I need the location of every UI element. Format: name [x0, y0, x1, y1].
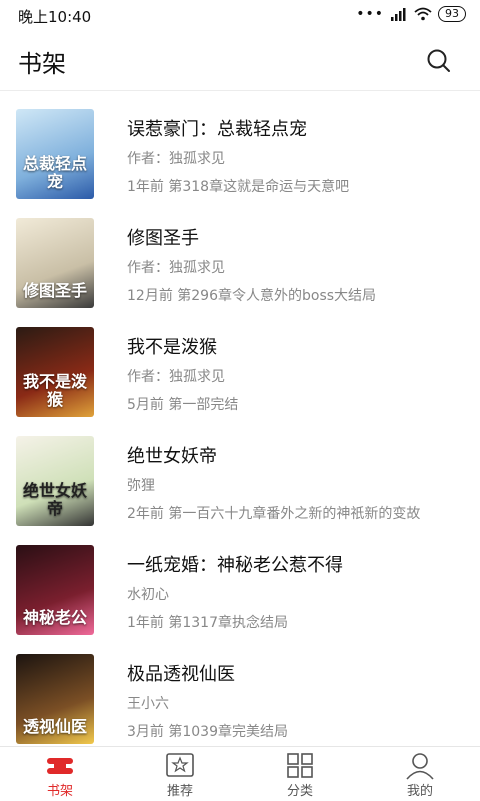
wifi-icon: [414, 7, 432, 21]
book-title[interactable]: 极品透视仙医: [127, 660, 235, 686]
book-latest-chapter: 5月前 第一部完结: [127, 397, 239, 413]
tab-profile[interactable]: 我的: [360, 747, 480, 801]
book-list-item[interactable]: 透视仙医 极品透视仙医王小六 3月前 第1039章完美结局: [0, 636, 480, 745]
book-latest-chapter: 12月前 第296章令人意外的boss大结局: [127, 288, 377, 304]
tab-recommend[interactable]: 推荐: [120, 747, 240, 801]
book-cover-text: 神秘老公: [22, 608, 87, 627]
profile-icon: [406, 753, 434, 780]
category-icon: [287, 753, 313, 778]
book-cover[interactable]: 绝世女妖帝: [16, 436, 94, 526]
tab-bookshelf[interactable]: 书架: [0, 747, 120, 801]
status-bar: 晚上10:40 ••• 93: [0, 0, 480, 30]
bookshelf-icon: [47, 758, 73, 774]
book-latest-chapter: 3月前 第1039章完美结局: [127, 724, 288, 740]
book-cover[interactable]: 我不是泼猴: [16, 327, 94, 417]
book-author: 作者：独孤求见: [127, 369, 225, 385]
book-author: 王小六: [127, 696, 169, 712]
bookshelf-list[interactable]: 总裁轻点宠 误惹豪门：总裁轻点宠作者：独孤求见 1年前 第318章这就是命运与天意吧…: [0, 91, 480, 746]
book-list-item[interactable]: 绝世女妖帝 绝世女妖帝 弥狸 2年前 第一百六十九章番外之新的神祇新的变故: [0, 418, 480, 527]
book-latest-chapter: 1年前 第318章这就是命运与天意吧: [127, 179, 350, 195]
tab-label: 推荐: [166, 784, 193, 799]
book-cover[interactable]: 修图圣手: [16, 218, 94, 308]
battery-icon: 93: [438, 6, 466, 22]
tab-category[interactable]: 分类: [240, 747, 360, 801]
book-latest-chapter: 2年前 第一百六十九章番外之新的神祇新的变故: [127, 506, 421, 522]
book-cover[interactable]: 总裁轻点宠: [16, 109, 94, 199]
book-author: 作者：独孤求见: [127, 260, 225, 276]
book-list-item[interactable]: 神秘老公 一纸宠婚：神秘老公惹不得水初心 1年前 第1317章执念结局: [0, 527, 480, 636]
header: 书架: [0, 30, 480, 91]
search-icon[interactable]: [426, 48, 452, 74]
book-author: 水初心: [127, 587, 169, 603]
book-cover-text: 修图圣手: [22, 281, 87, 300]
book-cover[interactable]: 透视仙医: [16, 654, 94, 744]
book-cover-text: 我不是泼猴: [22, 372, 87, 409]
book-title[interactable]: 绝世女妖帝: [127, 442, 217, 468]
page-title: 书架: [18, 50, 66, 78]
tab-label: 我的: [406, 784, 433, 799]
book-title[interactable]: 我不是泼猴: [127, 333, 217, 359]
book-author: 弥狸: [127, 478, 155, 494]
book-title[interactable]: 修图圣手: [127, 224, 199, 250]
book-cover-text: 总裁轻点宠: [22, 154, 87, 191]
tab-bar: 书架 推荐 分类 我的: [0, 746, 480, 801]
status-icons: ••• 93: [356, 6, 466, 22]
recommend-icon: [166, 753, 194, 777]
book-cover-text: 绝世女妖帝: [22, 481, 87, 518]
book-cover-text: 透视仙医: [22, 717, 87, 736]
tab-label: 书架: [46, 784, 73, 799]
book-title[interactable]: 误惹豪门：总裁轻点宠: [127, 115, 307, 141]
book-list-item[interactable]: 总裁轻点宠 误惹豪门：总裁轻点宠作者：独孤求见 1年前 第318章这就是命运与天意吧: [0, 91, 480, 200]
book-list-item[interactable]: 我不是泼猴 我不是泼猴 作者：独孤求见 5月前 第一部完结: [0, 309, 480, 418]
tab-label: 分类: [286, 784, 313, 799]
more-dots-icon: •••: [356, 6, 384, 22]
book-latest-chapter: 1年前 第1317章执念结局: [127, 615, 288, 631]
book-author: 作者：独孤求见: [127, 151, 225, 167]
book-cover[interactable]: 神秘老公: [16, 545, 94, 635]
signal-icon: [391, 8, 406, 21]
status-time: 晚上10:40: [18, 8, 92, 26]
book-list-item[interactable]: 修图圣手 修图圣手 作者：独孤求见 12月前 第296章令人意外的boss大结局: [0, 200, 480, 309]
book-title[interactable]: 一纸宠婚：神秘老公惹不得: [127, 551, 343, 577]
